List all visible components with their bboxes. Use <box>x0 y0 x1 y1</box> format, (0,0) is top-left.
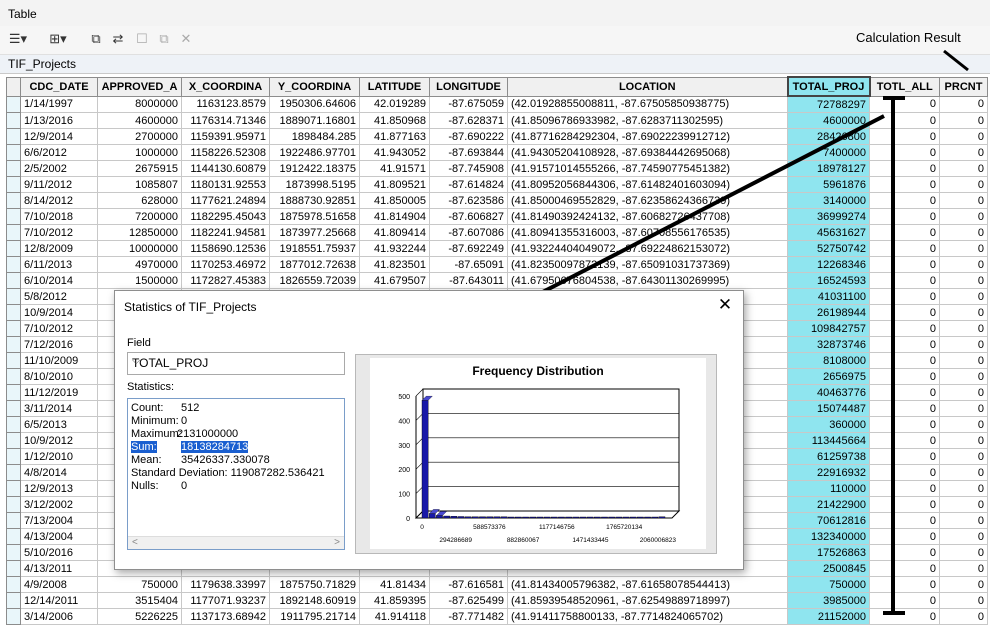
stat-label: Minimum: <box>131 415 179 427</box>
histogram-bar <box>515 516 522 519</box>
x-tick-label: 1177146756 <box>539 524 575 531</box>
histogram-bar <box>608 516 615 519</box>
y-tick-label: 400 <box>398 418 410 425</box>
chart-back-wall <box>422 388 680 512</box>
stat-value: 35426337.330078 <box>181 454 270 466</box>
horizontal-scrollbar[interactable]: < > <box>128 536 344 549</box>
histogram-bar <box>421 400 429 519</box>
histogram-bar <box>450 516 458 519</box>
histogram-bar <box>479 516 486 519</box>
histogram-bar <box>428 513 436 519</box>
histogram-bar <box>651 516 659 519</box>
histogram-bar <box>658 516 666 519</box>
stat-line: Maximum: 2131000000 <box>131 428 238 440</box>
histogram-bar <box>565 516 572 519</box>
histogram-bar <box>457 516 465 519</box>
stat-value: 0 <box>181 480 188 492</box>
histogram-bar <box>622 516 630 519</box>
histogram-bar <box>579 516 587 519</box>
stat-line: Count: 512 <box>131 402 199 414</box>
histogram-bar <box>536 516 544 519</box>
stat-value: 512 <box>181 402 200 414</box>
stat-line: Minimum: 0 <box>131 415 187 427</box>
histogram-bar <box>550 516 558 519</box>
histogram-bar <box>443 515 450 519</box>
histogram-bar <box>615 516 623 519</box>
histogram-bar <box>586 516 594 519</box>
statistics-dialog: Statistics of TIF_Projects ✕ Field TOTAL… <box>114 290 744 570</box>
x-tick-label: 294286689 <box>439 537 472 544</box>
histogram-bar <box>637 516 644 519</box>
stat-line: Nulls: 0 <box>131 480 187 492</box>
histogram-bar <box>464 516 472 519</box>
x-tick-label: 1471433445 <box>572 537 609 544</box>
histogram-bar <box>500 516 508 519</box>
histogram-bar <box>601 516 608 519</box>
field-select[interactable]: TOTAL_PROJ ⌵ <box>127 352 345 375</box>
histogram-bar <box>493 516 501 519</box>
y-tick-label: 100 <box>398 492 410 499</box>
close-icon[interactable]: ✕ <box>715 295 735 315</box>
dialog-title: Statistics of TIF_Projects <box>124 300 257 314</box>
histogram-bar <box>558 516 565 519</box>
stat-label: Count: <box>131 402 164 414</box>
histogram-bar <box>594 516 601 519</box>
statistics-label: Statistics: <box>127 381 175 393</box>
stat-label: Nulls: <box>131 480 159 492</box>
scroll-right-icon[interactable]: > <box>334 537 340 549</box>
scroll-left-icon[interactable]: < <box>132 537 138 549</box>
stat-value: 119087282.536421 <box>230 467 325 479</box>
stat-value: 2131000000 <box>177 428 239 440</box>
stat-line: Mean: 35426337.330078 <box>131 454 270 466</box>
statistics-box[interactable]: < > Count: 512 Minimum: 0 Maximum: 2131000000… <box>127 398 345 550</box>
histogram-bar <box>644 516 651 519</box>
x-tick-label: 0 <box>420 524 424 531</box>
histogram-bar <box>572 516 580 519</box>
stat-line: Sum: 18138284713 <box>131 441 249 453</box>
chart-panel: Frequency Distribution 0 100 200 300 400 500 0… <box>370 358 706 549</box>
field-label: Field <box>127 337 151 349</box>
histogram-bar <box>529 516 537 519</box>
y-tick-label: 200 <box>398 467 410 474</box>
x-tick-label: 882860067 <box>507 537 540 544</box>
stat-line: Standard Deviation: 119087282.536421 <box>131 467 325 479</box>
chevron-down-icon: ⌵ <box>132 355 141 367</box>
stat-label: Sum: <box>131 441 157 453</box>
y-tick-label: 300 <box>398 443 410 450</box>
stat-value: 0 <box>181 415 188 427</box>
stat-label: Standard Deviation: <box>131 467 228 479</box>
stat-label: Mean: <box>131 454 162 466</box>
histogram-bar <box>629 516 637 519</box>
annotation-pointer-line <box>943 49 969 72</box>
stat-label: Maximum: <box>131 428 182 440</box>
stat-value: 18138284713 <box>181 441 249 453</box>
histogram-bar <box>472 516 479 519</box>
x-tick-label: 1765720134 <box>606 524 643 531</box>
histogram-bar <box>486 516 493 519</box>
gridline-diagonal <box>415 388 424 397</box>
histogram-bar <box>436 515 443 519</box>
histogram-bar <box>507 516 515 519</box>
chart-frame: Frequency Distribution 0 100 200 300 400 500 0… <box>355 354 717 554</box>
y-tick-label: 500 <box>398 394 410 401</box>
histogram-bar <box>522 516 529 519</box>
histogram-bar <box>543 516 551 519</box>
frequency-chart: 0 100 200 300 400 500 0 588573376 1177146756 1765… <box>398 388 681 544</box>
x-tick-label: 2060006823 <box>640 537 677 544</box>
x-tick-label: 588573376 <box>473 524 506 531</box>
y-tick-label: 0 <box>406 516 410 523</box>
